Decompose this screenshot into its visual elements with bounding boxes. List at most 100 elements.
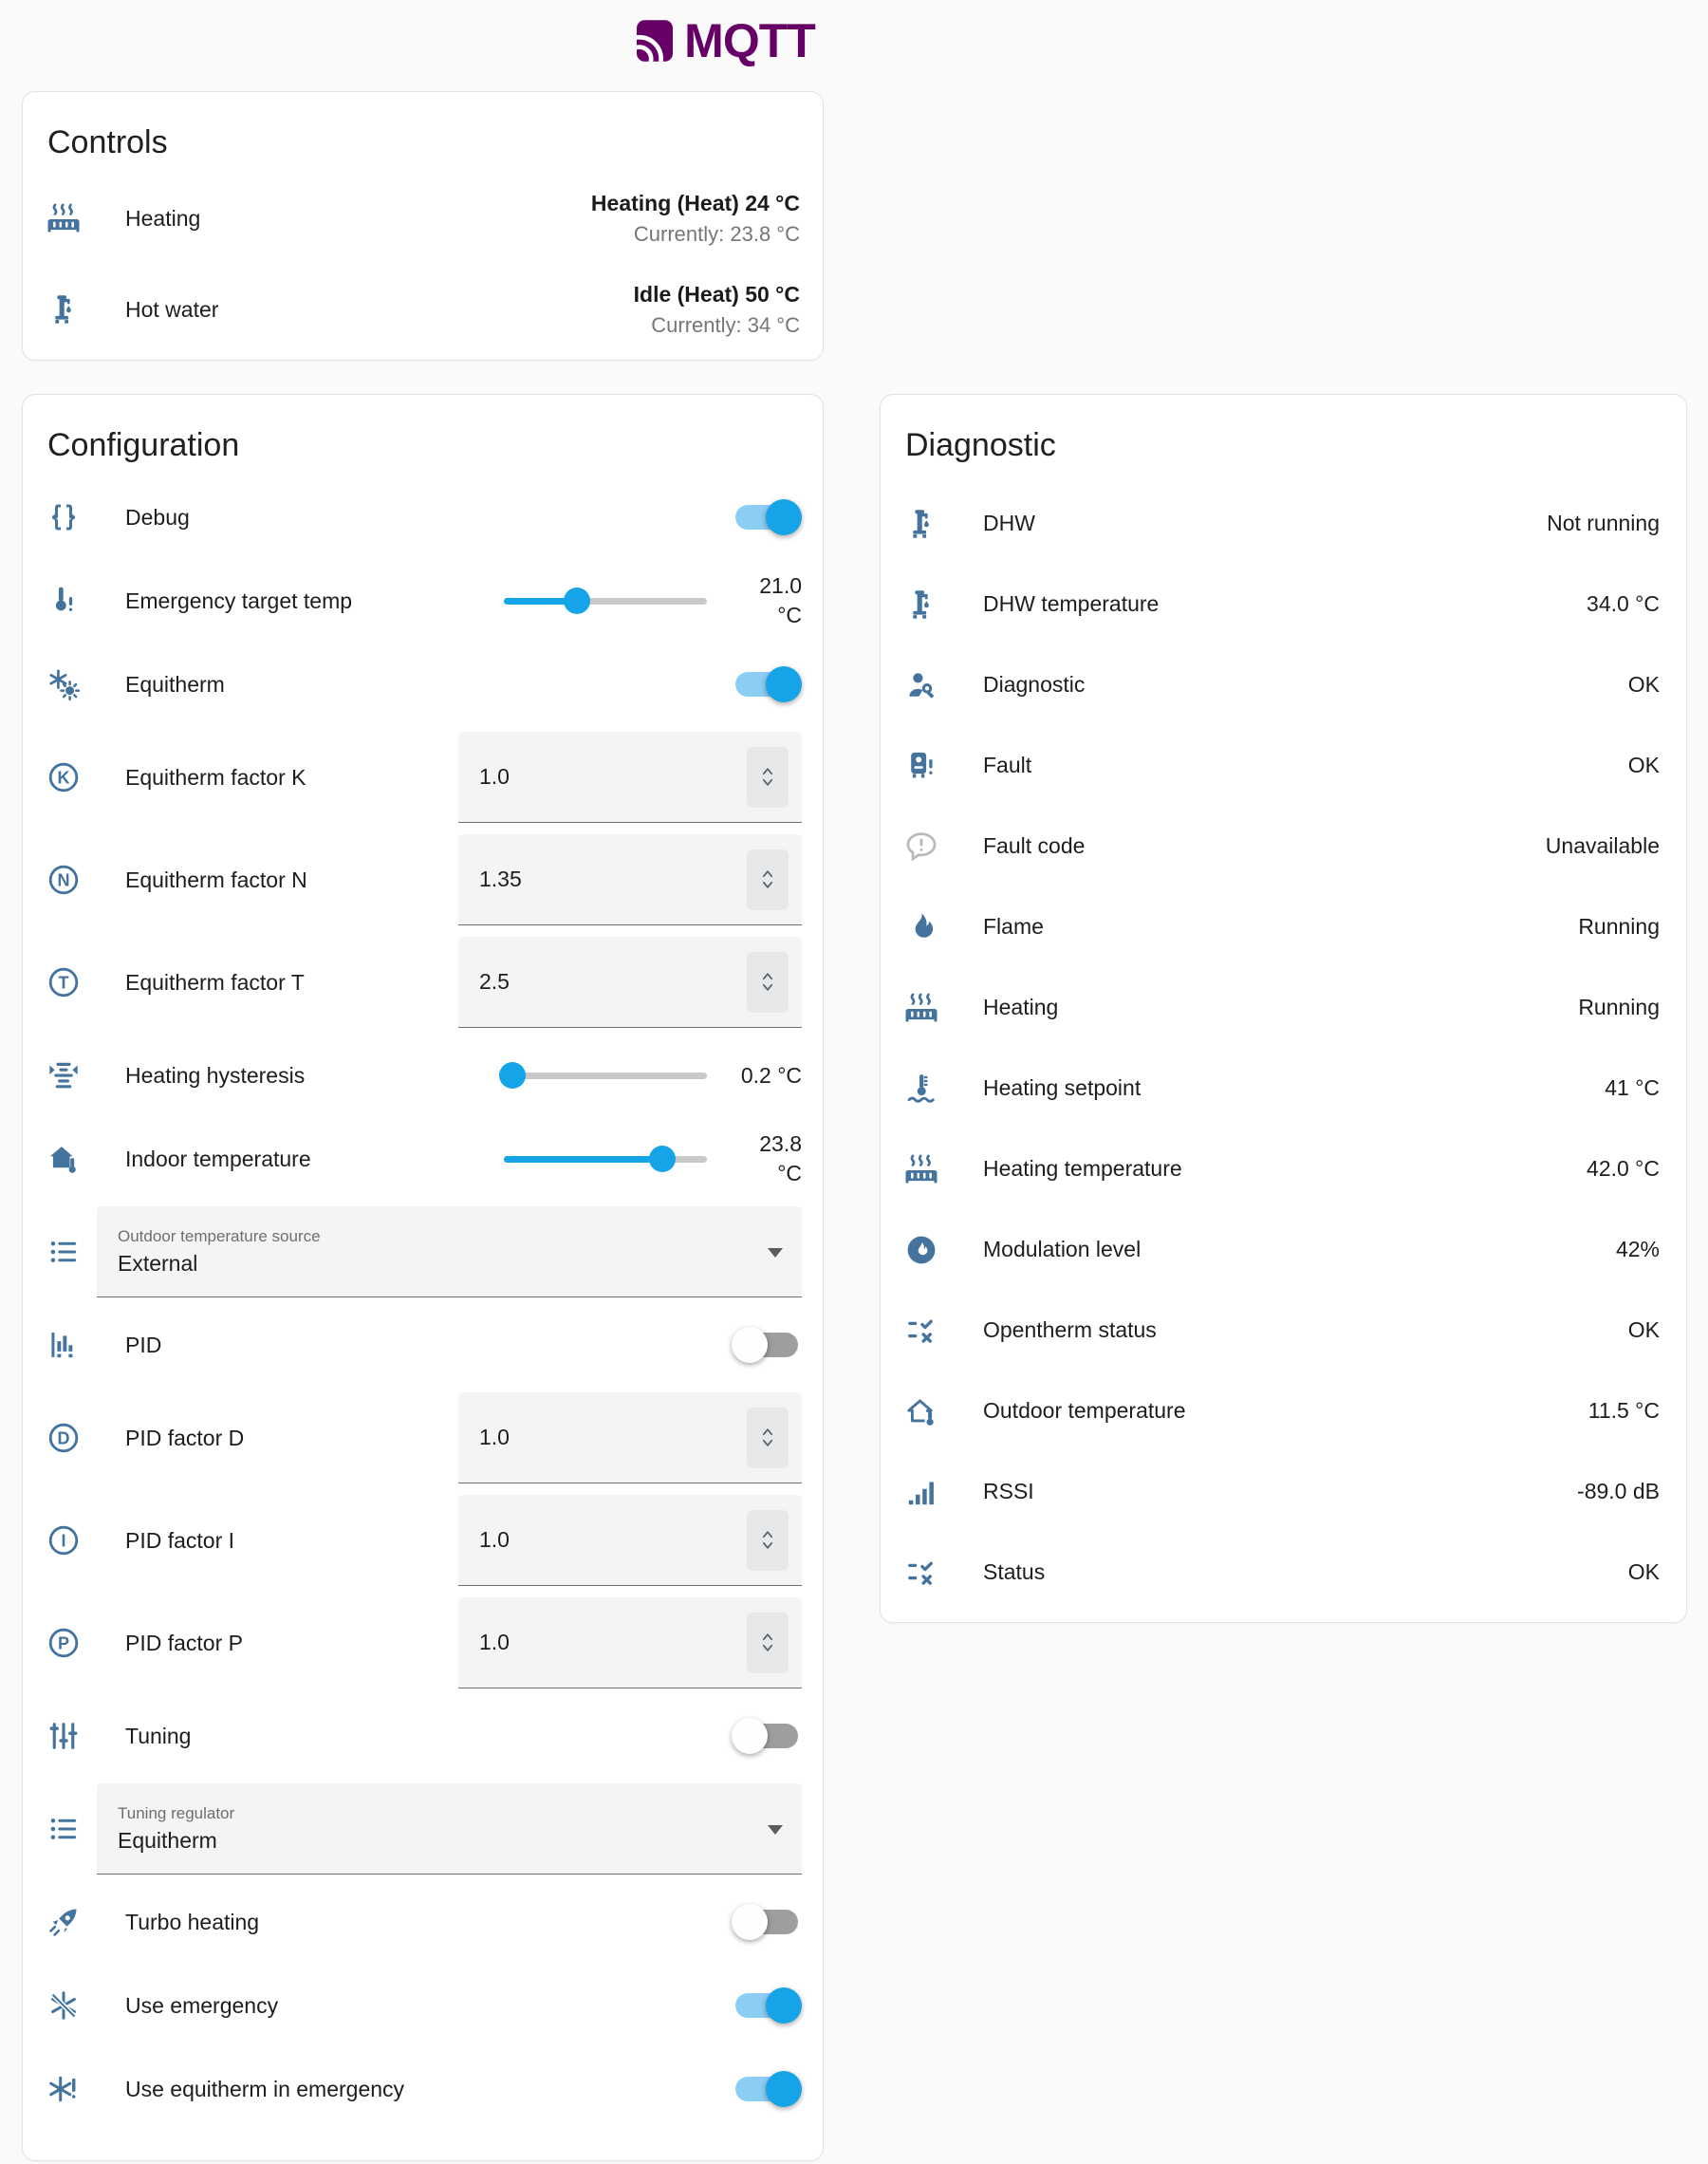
radiator-icon — [903, 1152, 939, 1186]
diagnostic-card-title: Diagnostic — [905, 427, 1662, 464]
pid-factor-d-input[interactable] — [458, 1392, 802, 1483]
equitherm-factor-n-input[interactable] — [458, 834, 802, 925]
configuration-card-title: Configuration — [47, 427, 798, 464]
config-row-turbo-heating: Turbo heating — [23, 1880, 823, 1964]
pid-toggle[interactable] — [735, 1333, 798, 1357]
config-row-emergency-target-temp: Emergency target temp 21.0 °C — [23, 559, 823, 643]
slider-value: 23.8 °C — [718, 1129, 802, 1188]
svg-text:P: P — [58, 1633, 69, 1652]
svg-text:I: I — [61, 1531, 65, 1550]
number-input[interactable] — [479, 1425, 650, 1450]
diagnostic-list: DHW Not running DHW temperature 34.0 °C … — [881, 476, 1686, 1613]
stepper-buttons[interactable] — [747, 1408, 789, 1468]
list-status-icon — [903, 1556, 939, 1590]
config-row-heating-hysteresis: Heating hysteresis 0.2 °C — [23, 1034, 823, 1117]
config-row-equitherm-factor-k: K Equitherm factor K — [23, 726, 823, 829]
diag-row-diagnostic[interactable]: Diagnostic OK — [881, 644, 1686, 725]
slider-value: 0.2 °C — [718, 1061, 802, 1091]
number-input[interactable] — [479, 969, 650, 995]
turbo-heating-toggle[interactable] — [735, 1910, 798, 1934]
number-input[interactable] — [479, 1630, 650, 1655]
stepper-buttons[interactable] — [747, 849, 789, 910]
snowflake-off-icon — [46, 1988, 82, 2023]
select-value: Equitherm — [118, 1828, 752, 1854]
alpha-d-circle-icon: D — [46, 1421, 82, 1455]
chart-bars-icon — [46, 1328, 82, 1362]
debug-toggle[interactable] — [735, 505, 798, 530]
diag-row-status[interactable]: Status OK — [881, 1532, 1686, 1613]
equitherm-factor-t-input[interactable] — [458, 937, 802, 1028]
diag-row-rssi[interactable]: RSSI -89.0 dB — [881, 1451, 1686, 1532]
water-pump-icon — [903, 588, 939, 622]
diag-row-dhw[interactable]: DHW Not running — [881, 483, 1686, 564]
use-equitherm-in-emergency-toggle[interactable] — [735, 2077, 798, 2101]
outdoor-temperature-source-select[interactable]: Outdoor temperature source External — [97, 1206, 802, 1297]
diag-value: Not running — [1547, 511, 1660, 536]
alpha-t-circle-icon: T — [46, 965, 82, 999]
number-input[interactable] — [479, 1527, 650, 1553]
diag-value: -89.0 dB — [1577, 1479, 1660, 1504]
stepper-buttons[interactable] — [747, 952, 789, 1013]
stepper-buttons[interactable] — [747, 1510, 789, 1571]
stepper-buttons[interactable] — [747, 747, 789, 808]
alpha-n-circle-icon: N — [46, 863, 82, 897]
select-label: Tuning regulator — [118, 1804, 752, 1823]
config-row-outdoor-temperature-source: Outdoor temperature source External — [23, 1201, 823, 1303]
pid-factor-p-input[interactable] — [458, 1597, 802, 1688]
config-row-use-emergency: Use emergency — [23, 1964, 823, 2047]
config-row-pid-factor-d: D PID factor D — [23, 1387, 823, 1489]
diag-row-heating-setpoint[interactable]: Heating setpoint 41 °C — [881, 1048, 1686, 1129]
number-input[interactable] — [479, 867, 650, 892]
alpha-k-circle-icon: K — [46, 760, 82, 794]
diag-row-opentherm-status[interactable]: Opentherm status OK — [881, 1290, 1686, 1371]
diagnostic-card: Diagnostic DHW Not running DHW temperatu… — [880, 394, 1687, 1623]
config-row-indoor-temperature: Indoor temperature 23.8 °C — [23, 1117, 823, 1201]
diag-row-fault-code[interactable]: Fault code Unavailable — [881, 806, 1686, 886]
equitherm-factor-k-input[interactable] — [458, 732, 802, 823]
hot-water-climate-state[interactable]: Idle (Heat) 50 °C Currently: 34 °C — [634, 279, 800, 340]
app-header: MQTT — [0, 13, 1708, 68]
diag-row-heating[interactable]: Heating Running — [881, 967, 1686, 1048]
diag-row-fault[interactable]: Fault OK — [881, 725, 1686, 806]
snowflake-alert-icon — [46, 2072, 82, 2106]
list-status-icon — [903, 1314, 939, 1348]
number-input[interactable] — [479, 764, 650, 790]
list-bulleted-icon — [46, 1812, 82, 1846]
tune-icon — [46, 1719, 82, 1753]
heating-climate-state[interactable]: Heating (Heat) 24 °C Currently: 23.8 °C — [591, 188, 800, 249]
svg-text:N: N — [58, 870, 70, 889]
account-wrench-icon — [903, 668, 939, 702]
use-emergency-toggle[interactable] — [735, 1993, 798, 2018]
diag-row-heating-temperature[interactable]: Heating temperature 42.0 °C — [881, 1129, 1686, 1209]
diag-row-outdoor-temperature[interactable]: Outdoor temperature 11.5 °C — [881, 1371, 1686, 1451]
tuning-toggle[interactable] — [735, 1724, 798, 1748]
configuration-card: Configuration Debug Emergency target tem… — [22, 394, 824, 2161]
water-pump-icon — [903, 507, 939, 541]
diag-value: 34.0 °C — [1587, 591, 1660, 617]
climate-state-line: Idle (Heat) 50 °C — [634, 279, 800, 310]
message-alert-icon — [903, 830, 939, 864]
tuning-regulator-select[interactable]: Tuning regulator Equitherm — [97, 1783, 802, 1875]
mqtt-logo-icon — [637, 20, 673, 62]
indoor-temperature-slider[interactable] — [504, 1145, 707, 1173]
code-braces-icon — [46, 500, 82, 534]
heating-hysteresis-slider[interactable] — [504, 1061, 707, 1090]
dropdown-caret-icon — [768, 1248, 783, 1258]
select-label: Outdoor temperature source — [118, 1227, 752, 1246]
mqtt-logo-text: MQTT — [684, 13, 815, 68]
hysteresis-icon — [46, 1058, 82, 1092]
boiler-alert-icon — [903, 749, 939, 783]
alpha-i-circle-icon: I — [46, 1523, 82, 1558]
diag-row-flame[interactable]: Flame Running — [881, 886, 1686, 967]
pid-factor-i-input[interactable] — [458, 1495, 802, 1586]
diag-row-modulation-level[interactable]: Modulation level 42% — [881, 1209, 1686, 1290]
stepper-buttons[interactable] — [747, 1613, 789, 1673]
diag-row-dhw-temperature[interactable]: DHW temperature 34.0 °C — [881, 564, 1686, 644]
control-label: Heating — [125, 206, 200, 232]
controls-card: Controls Heating Heating (Heat) 24 °C Cu… — [22, 91, 824, 361]
home-thermometer-icon — [46, 1142, 82, 1176]
diag-value: 11.5 °C — [1588, 1398, 1660, 1424]
equitherm-toggle[interactable] — [735, 672, 798, 697]
emergency-target-temp-slider[interactable] — [504, 587, 707, 615]
thermometer-waves-icon — [903, 1072, 939, 1106]
